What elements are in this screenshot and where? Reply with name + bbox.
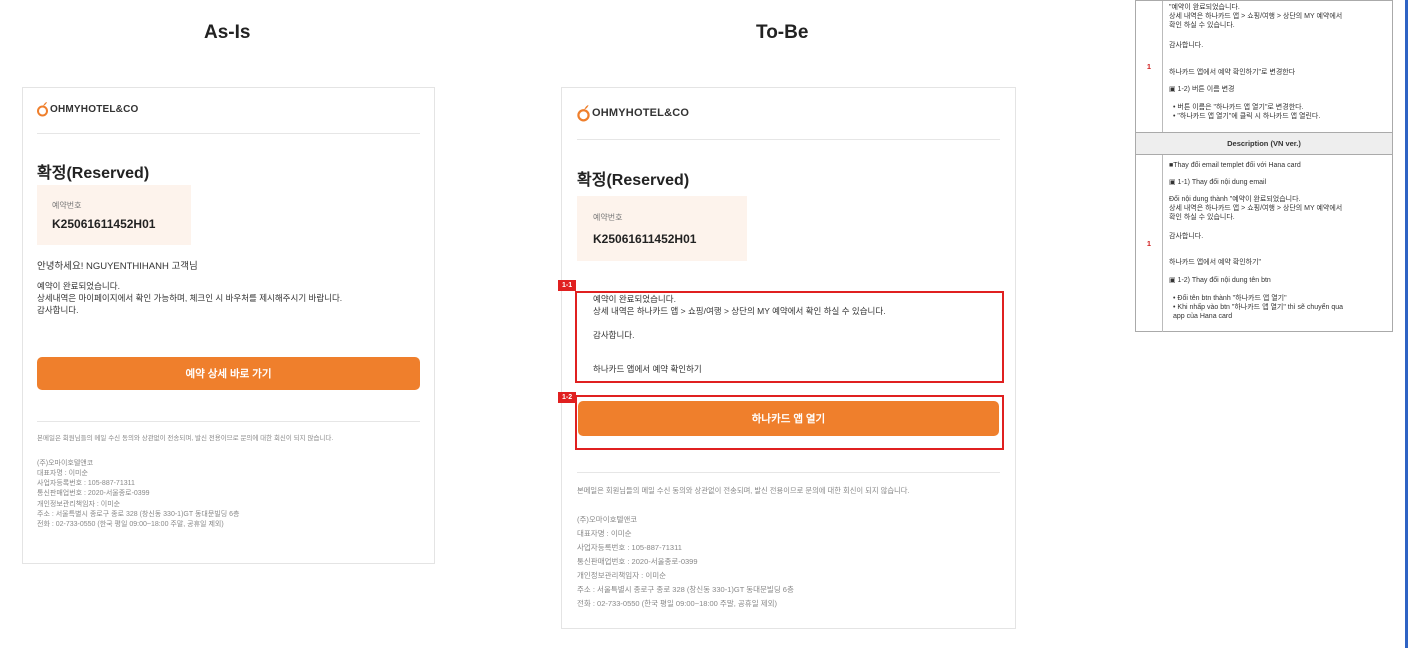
kr-desc-line: ▣ 1-2) 버튼 이름 변경 — [1169, 86, 1235, 93]
asis-footer-line: 전화 : 02-733-0550 (한국 평일 09:00~18:00 주말, … — [37, 521, 224, 528]
vn-description-header: Description (VN ver.) — [1136, 132, 1392, 155]
tobe-footer-line: 통신판매업번호 : 2020-서울종로-0399 — [577, 557, 698, 566]
asis-body-line: 감사합니다. — [37, 305, 79, 315]
asis-logo: OHMYHOTEL&CO — [37, 101, 139, 117]
tobe-footer-line: 대표자명 : 이미순 — [577, 529, 632, 538]
description-panel: 1 "예약이 완료되었습니다. 상세 내역은 하나카드 앱 > 쇼핑/여행 > … — [1135, 0, 1393, 332]
kr-desc-line: 감사합니다. — [1169, 42, 1204, 49]
orange-icon — [37, 102, 48, 117]
row-number-vn: 1 — [1136, 155, 1163, 332]
asis-reservation-box — [37, 185, 191, 245]
tobe-divider-bottom — [577, 472, 1000, 473]
tobe-body-line: 예약이 완료되었습니다. — [593, 294, 676, 304]
tobe-res-number: K25061611452H01 — [593, 232, 697, 246]
kr-desc-line: • 버튼 이름은 "하나카드 앱 열기"로 변경한다. — [1173, 104, 1304, 111]
tobe-body-line: 하나카드 앱에서 예약 확인하기 — [593, 364, 702, 374]
logo-text: OHMYHOTEL&CO — [50, 103, 139, 115]
tobe-body-line: 감사합니다. — [593, 330, 635, 340]
vn-desc-line: • Khi nhấp vào btn "하나카드 앱 열기" thì sẽ ch… — [1173, 304, 1344, 311]
vn-desc-line: • Đổi tên btn thành "하나카드 앱 열기" — [1173, 295, 1287, 302]
vn-desc-line: 감사합니다. — [1169, 233, 1204, 240]
kr-desc-line: • "하나카드 앱 열기"에 클릭 시 하나카드 앱 열린다. — [1173, 113, 1321, 120]
vn-desc-line: app của Hana card — [1173, 313, 1233, 320]
reservation-detail-button[interactable]: 예약 상세 바로 가기 — [37, 357, 420, 390]
vn-desc-line: Đổi nội dung thành "예약이 완료되었습니다. — [1169, 196, 1301, 203]
vn-desc-line: ▣ 1-2) Thay đổi nội dung tên btn — [1169, 277, 1271, 284]
kr-desc-line: 상세 내역은 하나카드 앱 > 쇼핑/여행 > 상단의 MY 예약에서 — [1169, 13, 1343, 20]
scrollbar-edge[interactable] — [1405, 0, 1408, 648]
tobe-reservation-box — [577, 196, 747, 261]
vn-desc-line: 하나카드 앱에서 예약 확인하기" — [1169, 259, 1262, 266]
tobe-body-line: 상세 내역은 하나카드 앱 > 쇼핑/여행 > 상단의 MY 예약에서 확인 하… — [593, 306, 886, 316]
tobe-heading: To-Be — [756, 22, 809, 43]
asis-footer-notice: 본메일은 회원님들의 메일 수신 동의와 상관없이 전송되며, 발신 전용이므로… — [37, 435, 334, 442]
asis-footer-line: 사업자등록번호 : 105-887-71311 — [37, 480, 135, 487]
kr-desc-line: 하나카드 앱에서 예약 확인하기"로 변경한다 — [1169, 69, 1296, 76]
asis-body-line: 예약이 완료되었습니다. — [37, 281, 120, 291]
annotation-tag-1-1: 1-1 — [558, 280, 577, 291]
vn-desc-line: 확인 하실 수 있습니다. — [1169, 214, 1235, 221]
asis-footer-line: 주소 : 서울특별시 종로구 종로 328 (창신동 330-1)GT 동대문빌… — [37, 511, 240, 518]
tobe-title: 확정(Reserved) — [577, 172, 690, 189]
asis-res-label: 예약번호 — [52, 201, 82, 210]
tobe-footer-line: (주)오마이호텔앤코 — [577, 515, 638, 524]
vn-desc-line: ▣ 1-1) Thay đổi nội dung email — [1169, 179, 1267, 186]
hanacard-open-app-button[interactable]: 하나카드 앱 열기 — [578, 401, 999, 436]
asis-res-number: K25061611452H01 — [52, 217, 156, 231]
asis-divider-top — [37, 133, 420, 134]
kr-desc-line: "예약이 완료되었습니다. — [1169, 4, 1240, 11]
asis-divider-bottom — [37, 421, 420, 422]
tobe-footer-line: 주소 : 서울특별시 종로구 종로 328 (창신동 330-1)GT 동대문빌… — [577, 585, 794, 594]
tobe-footer-line: 사업자등록번호 : 105-887-71311 — [577, 543, 682, 552]
asis-footer-line: 개인정보관리책임자 : 이미순 — [37, 501, 121, 508]
asis-footer-line: (주)오마이호텔앤코 — [37, 460, 94, 467]
vn-desc-line: 상세 내역은 하나카드 앱 > 쇼핑/여행 > 상단의 MY 예약에서 — [1169, 205, 1343, 212]
row-number-kr: 1 — [1136, 1, 1163, 132]
logo-text: OHMYHOTEL&CO — [592, 107, 690, 119]
asis-footer-line: 대표자명 : 이미순 — [37, 470, 88, 477]
vn-desc-line: ■Thay đổi email templet đối với Hana car… — [1169, 162, 1301, 169]
tobe-res-label: 예약번호 — [593, 213, 623, 222]
tobe-footer-notice: 본메일은 회원님들의 메일 수신 동의와 상관없이 전송되며, 발신 전용이므로… — [577, 486, 910, 495]
tobe-footer-line: 개인정보관리책임자 : 이미순 — [577, 571, 667, 580]
asis-footer-line: 통신판매업번호 : 2020-서울종로-0399 — [37, 490, 150, 497]
orange-icon — [577, 105, 590, 122]
asis-heading: As-Is — [204, 22, 251, 43]
kr-desc-line: 확인 하실 수 있습니다. — [1169, 22, 1235, 29]
tobe-logo: OHMYHOTEL&CO — [577, 104, 689, 122]
asis-title: 확정(Reserved) — [37, 165, 150, 182]
asis-greeting: 안녕하세요! NGUYENTHIHANH 고객님 — [37, 261, 198, 272]
annotation-tag-1-2: 1-2 — [558, 392, 577, 403]
tobe-divider-top — [577, 139, 1000, 140]
asis-body-line: 상세내역은 마이페이지에서 확인 가능하며, 체크인 시 바우처를 제시해주시기… — [37, 293, 343, 303]
tobe-footer-line: 전화 : 02-733-0550 (한국 평일 09:00~18:00 주말, … — [577, 599, 777, 608]
